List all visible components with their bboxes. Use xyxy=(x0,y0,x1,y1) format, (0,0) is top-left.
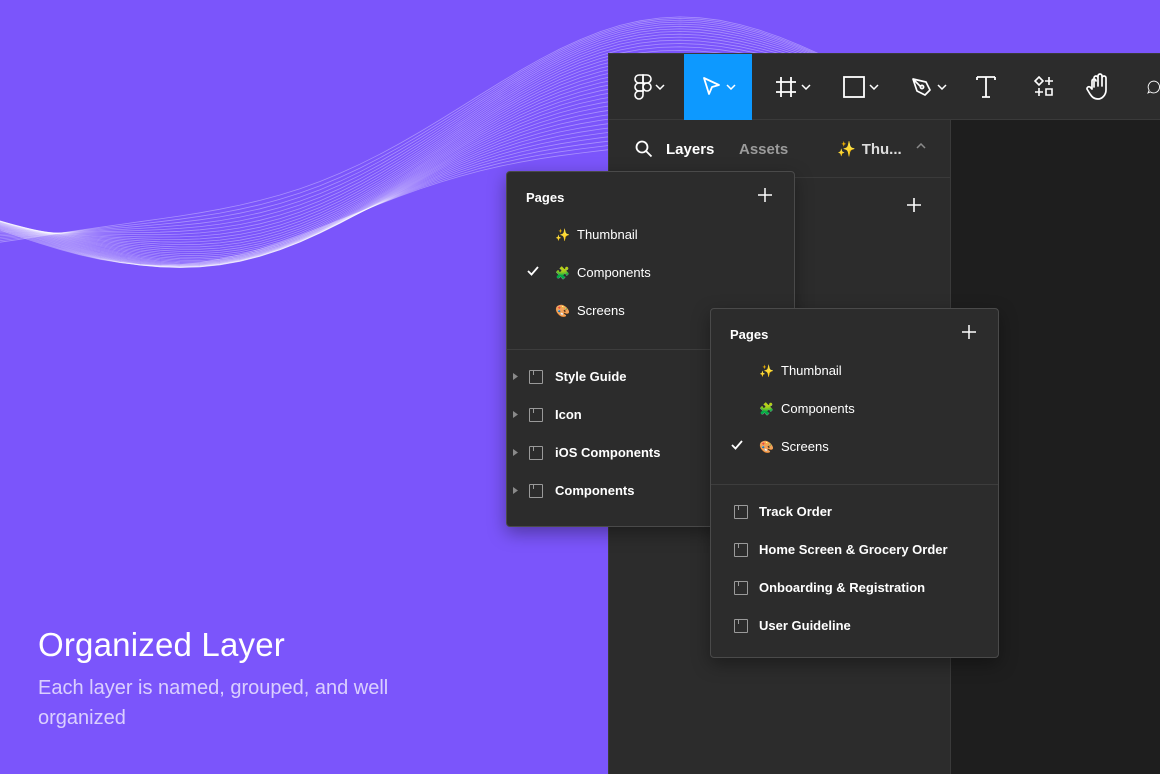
page-label: Components xyxy=(781,401,855,416)
sidebar-tabs: Layers Assets ✨ Thu... xyxy=(609,120,951,178)
checkmark-icon xyxy=(731,440,743,450)
layer-label: Icon xyxy=(555,407,582,422)
page-item-thumbnail[interactable]: ✨ Thumbnail xyxy=(507,216,794,254)
chevron-down-icon xyxy=(868,84,879,90)
layer-label: Style Guide xyxy=(555,369,627,384)
caret-right-icon[interactable] xyxy=(513,487,518,494)
page-switcher[interactable]: ✨ Thu... xyxy=(837,140,902,159)
caret-right-icon[interactable] xyxy=(513,411,518,418)
layer-label: Track Order xyxy=(759,504,832,519)
comment-tool-button[interactable] xyxy=(1133,54,1160,120)
caret-right-icon[interactable] xyxy=(513,449,518,456)
puzzle-piece-icon: 🧩 xyxy=(759,402,774,416)
layer-label: Home Screen & Grocery Order xyxy=(759,542,948,557)
layer-item-user-guideline[interactable]: User Guideline xyxy=(711,608,998,646)
divider xyxy=(711,484,998,485)
layer-item-track-order[interactable]: Track Order xyxy=(711,494,998,532)
layer-label: User Guideline xyxy=(759,618,851,633)
caret-right-icon[interactable] xyxy=(513,373,518,380)
tab-assets[interactable]: Assets xyxy=(739,141,788,158)
sparkles-icon: ✨ xyxy=(759,364,774,378)
promo-subtitle: Each layer is named, grouped, and well o… xyxy=(38,677,389,729)
sparkles-icon: ✨ xyxy=(555,228,570,242)
frame-hash-icon xyxy=(775,77,796,97)
palette-icon: 🎨 xyxy=(759,440,774,454)
current-page-label: Thu... xyxy=(861,140,902,158)
chevron-down-icon xyxy=(936,84,947,90)
pen-nib-icon xyxy=(911,78,931,96)
toolbar xyxy=(609,54,1160,120)
frame-tool-button[interactable] xyxy=(767,54,817,120)
shape-tool-button[interactable] xyxy=(835,54,885,120)
hand-tool-button[interactable] xyxy=(1081,54,1117,120)
frame-icon xyxy=(734,619,748,633)
chevron-down-icon xyxy=(725,84,736,90)
pages-header: Pages xyxy=(526,190,565,205)
hand-icon xyxy=(1086,73,1107,100)
layer-label: Components xyxy=(555,483,635,498)
puzzle-piece-icon: 🧩 xyxy=(555,266,570,280)
pages-header: Pages xyxy=(730,327,769,342)
components-grid-icon xyxy=(1033,76,1053,96)
add-page-icon[interactable] xyxy=(758,188,772,202)
search-icon[interactable] xyxy=(635,140,653,158)
figma-menu-button[interactable] xyxy=(627,54,671,120)
layer-item-onboarding[interactable]: Onboarding & Registration xyxy=(711,570,998,608)
page-label: Components xyxy=(577,265,651,280)
page-label: Screens xyxy=(577,303,625,318)
layer-item-home-screen[interactable]: Home Screen & Grocery Order xyxy=(711,532,998,570)
text-tool-button[interactable] xyxy=(969,54,1003,120)
layer-label: iOS Components xyxy=(555,445,661,460)
sparkles-icon: ✨ xyxy=(837,141,856,158)
checkmark-icon xyxy=(527,266,539,276)
page-label: Screens xyxy=(781,439,829,454)
frame-icon xyxy=(734,505,748,519)
page-item-screens[interactable]: 🎨 Screens xyxy=(711,428,998,466)
text-t-icon xyxy=(976,76,996,98)
add-page-icon[interactable] xyxy=(962,325,976,339)
frame-icon xyxy=(529,446,543,460)
frame-icon xyxy=(734,581,748,595)
comment-bubble-icon xyxy=(1147,80,1160,94)
move-tool-button[interactable] xyxy=(684,54,752,120)
frame-icon xyxy=(529,484,543,498)
pages-panel-screens: Pages ✨ Thumbnail 🧩 Components 🎨 Screens… xyxy=(710,308,999,658)
palette-icon: 🎨 xyxy=(555,304,570,318)
chevron-up-icon[interactable] xyxy=(916,143,926,149)
frame-icon xyxy=(734,543,748,557)
frame-icon xyxy=(529,408,543,422)
rectangle-icon xyxy=(842,76,865,98)
layer-label: Onboarding & Registration xyxy=(759,580,926,595)
frame-icon xyxy=(529,370,543,384)
page-item-components[interactable]: 🧩 Components xyxy=(711,390,998,428)
resources-tool-button[interactable] xyxy=(1027,54,1061,120)
page-label: Thumbnail xyxy=(781,363,842,378)
cursor-arrow-icon xyxy=(702,77,720,95)
page-item-thumbnail[interactable]: ✨ Thumbnail xyxy=(711,352,998,390)
add-page-icon[interactable] xyxy=(906,197,922,213)
tab-layers[interactable]: Layers xyxy=(666,141,714,158)
page-item-components[interactable]: 🧩 Components xyxy=(507,254,794,292)
chevron-down-icon xyxy=(654,84,665,90)
promo-title: Organized Layer xyxy=(38,626,285,663)
page-label: Thumbnail xyxy=(577,227,638,242)
pen-tool-button[interactable] xyxy=(903,54,953,120)
figma-logo-icon xyxy=(633,74,652,100)
chevron-down-icon xyxy=(800,84,811,90)
